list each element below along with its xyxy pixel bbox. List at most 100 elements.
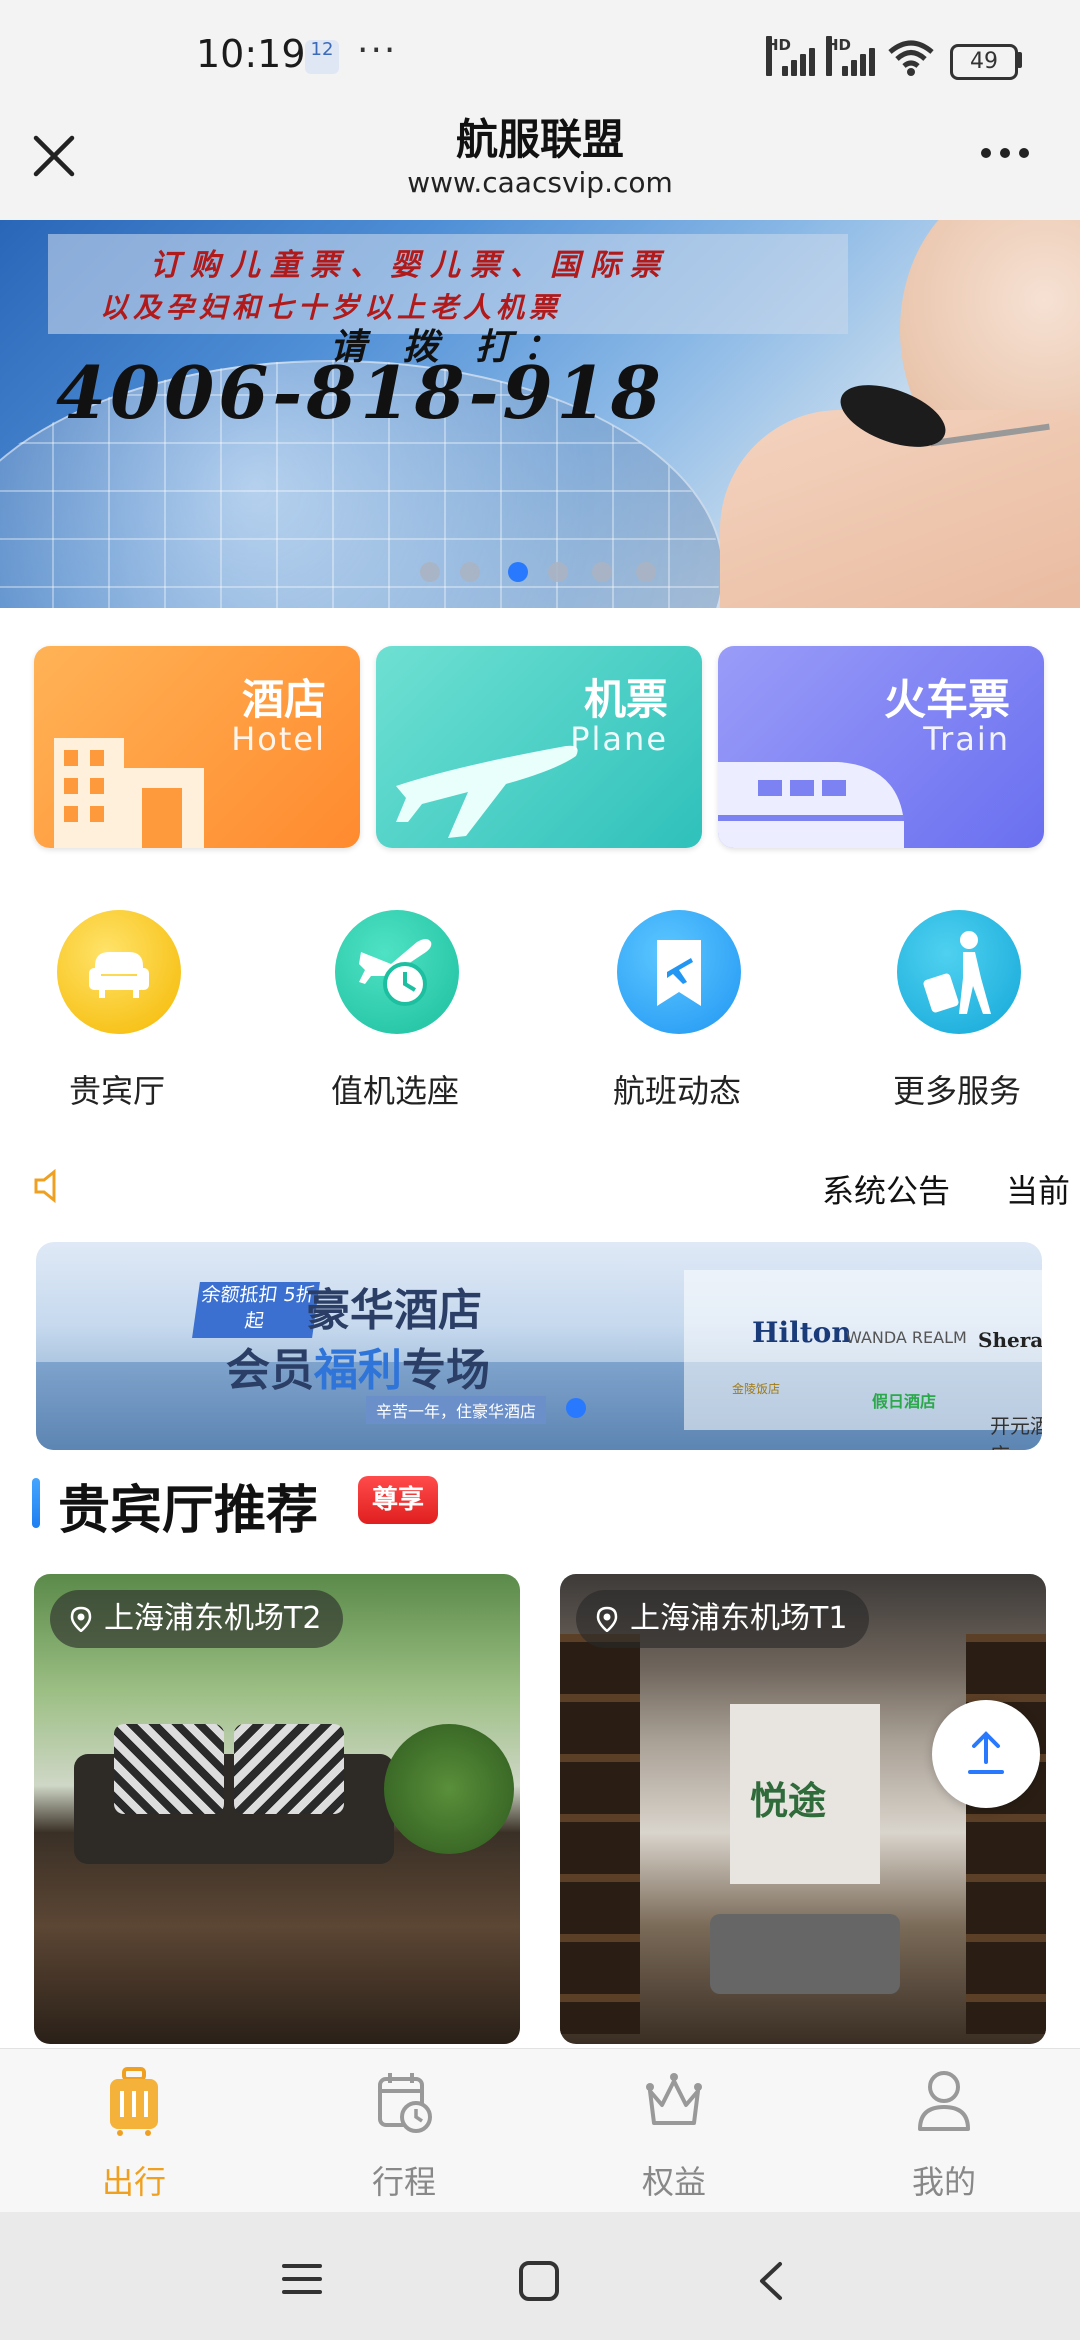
- upload-arrow-button[interactable]: [932, 1700, 1040, 1808]
- promo-title-1: 豪华酒店: [306, 1285, 482, 1336]
- promo-banner[interactable]: 余额抵扣 5折起 豪华酒店 会员福利专场 辛苦一年，住豪华酒店 Hilton W…: [36, 1242, 1042, 1450]
- category-hotel-title: 酒店: [241, 675, 326, 724]
- banner-dot-active[interactable]: [508, 562, 528, 582]
- lounge-pillow: [234, 1724, 344, 1814]
- location-pill: 上海浦东机场T1: [576, 1590, 870, 1648]
- traveler-icon: [923, 931, 991, 1014]
- lounge-card[interactable]: 上海浦东机场T2: [34, 1574, 520, 2044]
- wanda-logo: WANDA REALM: [846, 1328, 967, 1347]
- flight-bookmark-icon: [657, 940, 701, 1006]
- banner-dot[interactable]: [636, 562, 656, 582]
- building-icon: [54, 738, 204, 848]
- banner-dot[interactable]: [548, 562, 568, 582]
- promo-title-2b: 福利: [314, 1345, 402, 1396]
- location-pill: 上海浦东机场T2: [50, 1590, 344, 1648]
- network-type-1: HD: [766, 36, 791, 76]
- category-hotel[interactable]: 酒店 Hotel: [34, 646, 360, 848]
- promo-pagination-dot[interactable]: [566, 1398, 586, 1418]
- signal-1-icon: HD: [766, 36, 816, 76]
- hilton-logo: Hilton: [752, 1316, 852, 1349]
- category-hotel-subtitle: Hotel: [231, 720, 326, 758]
- menu-icon[interactable]: [282, 2262, 322, 2296]
- banner-phone: 4006-818-918: [56, 350, 665, 435]
- location-pin-icon: [596, 1606, 618, 1632]
- category-train-title: 火车票: [883, 675, 1010, 724]
- checkin-clock-icon: [359, 939, 432, 1006]
- category-train[interactable]: 火车票 Train: [718, 646, 1044, 848]
- hotel-logos: Hilton WANDA REALM Sheraton 金陵饭店 假日酒店 开元…: [684, 1270, 1042, 1450]
- luggage-icon: [110, 2067, 158, 2136]
- service-more[interactable]: 更多服务: [852, 910, 1062, 1120]
- upload-arrow-icon: [968, 1731, 1004, 1774]
- status-bar: 10:19 12 ··· HD HD 49: [0, 0, 1080, 100]
- holiday-inn-logo: 假日酒店: [872, 1392, 937, 1411]
- battery-icon: 49: [950, 44, 1018, 80]
- close-icon[interactable]: [28, 130, 80, 182]
- promo-title-2c: 专场: [402, 1345, 490, 1396]
- category-plane-title: 机票: [583, 675, 668, 724]
- section-accent-bar: [32, 1478, 40, 1528]
- sofa-icon: [89, 952, 149, 998]
- sheraton-logo: Sheraton: [978, 1328, 1042, 1352]
- page-url: www.caacsvip.com: [407, 166, 673, 199]
- tab-trips[interactable]: 行程: [304, 2067, 504, 2207]
- hero-banner[interactable]: 订购儿童票、婴儿票、国际票 以及孕妇和七十岁以上老人机票 请 拨 打： 4006…: [0, 220, 1080, 608]
- promo-title-2a: 会员: [226, 1345, 314, 1396]
- banner-dot[interactable]: [460, 562, 480, 582]
- lounge-card[interactable]: 悦途 上海浦东机场T1: [560, 1574, 1046, 2044]
- kaiyuan-logo: 开元酒店: [990, 1414, 1042, 1450]
- banner-pagination[interactable]: [420, 560, 660, 584]
- bottom-tab-bar: 出行 行程 权益 我的: [0, 2048, 1080, 2213]
- section-title: 贵宾厅推荐: [58, 1481, 319, 1541]
- crown-icon: [646, 2073, 702, 2125]
- lounge-shelf: [560, 1634, 640, 2034]
- category-plane[interactable]: 机票 Plane: [376, 646, 702, 848]
- lounge-location: 上海浦东机场T1: [630, 1601, 848, 1636]
- tab-trips-label: 行程: [371, 2163, 436, 2201]
- lounge-location: 上海浦东机场T2: [104, 1601, 322, 1636]
- promo-subtitle: 辛苦一年，住豪华酒店: [366, 1396, 547, 1424]
- banner-dot[interactable]: [420, 562, 440, 582]
- more-dots-icon[interactable]: [975, 138, 1035, 168]
- system-navigation-bar: [0, 2212, 1080, 2340]
- user-icon: [918, 2071, 970, 2131]
- lounge-sign-text: 悦途: [750, 1779, 827, 1823]
- banner-line-1: 订购儿童票、婴儿票、国际票: [150, 248, 670, 283]
- airplane-icon: [396, 745, 578, 838]
- gold-hotel-logo: 金陵饭店: [732, 1382, 781, 1396]
- lounge-pillow: [114, 1724, 224, 1814]
- calendar-clock-icon: [378, 2073, 432, 2133]
- lounge-plant: [384, 1724, 514, 1854]
- signal-2-icon: HD: [826, 36, 876, 76]
- service-flight-label: 航班动态: [612, 1072, 741, 1110]
- tab-benefits[interactable]: 权益: [574, 2067, 774, 2207]
- service-flight-status[interactable]: 航班动态: [572, 910, 782, 1120]
- promo-title-2: 会员福利专场: [226, 1334, 490, 1398]
- top-navigation: 航服联盟 www.caacsvip.com: [0, 100, 1080, 220]
- speaker-icon: [34, 1168, 56, 1204]
- service-lounge[interactable]: 贵宾厅: [12, 910, 222, 1120]
- tab-benefits-label: 权益: [641, 2163, 706, 2201]
- section-badge: 尊享: [358, 1476, 438, 1524]
- wifi-icon: [888, 40, 934, 76]
- home-square-icon[interactable]: [518, 2260, 560, 2302]
- service-checkin-label: 值机选座: [330, 1072, 459, 1110]
- notice-item[interactable]: 当前: [1006, 1166, 1070, 1212]
- tab-travel[interactable]: 出行: [34, 2067, 234, 2207]
- notice-item[interactable]: 系统公告: [822, 1166, 950, 1212]
- service-checkin-seat[interactable]: 值机选座: [290, 910, 500, 1120]
- category-plane-subtitle: Plane: [570, 720, 668, 758]
- status-time: 10:19: [196, 32, 306, 76]
- lounge-chairs: [710, 1914, 900, 1994]
- tab-travel-label: 出行: [101, 2163, 166, 2201]
- category-train-subtitle: Train: [923, 720, 1010, 758]
- tab-me[interactable]: 我的: [844, 2067, 1044, 2207]
- train-icon: [718, 762, 904, 848]
- status-overflow: ···: [357, 30, 398, 71]
- back-chevron-icon[interactable]: [756, 2260, 786, 2302]
- banner-dot[interactable]: [592, 562, 612, 582]
- battery-tip: [1017, 52, 1022, 68]
- service-lounge-label: 贵宾厅: [68, 1072, 165, 1110]
- page-title: 航服联盟: [455, 115, 624, 164]
- promo-tag: 余额抵扣 5折起: [192, 1282, 320, 1338]
